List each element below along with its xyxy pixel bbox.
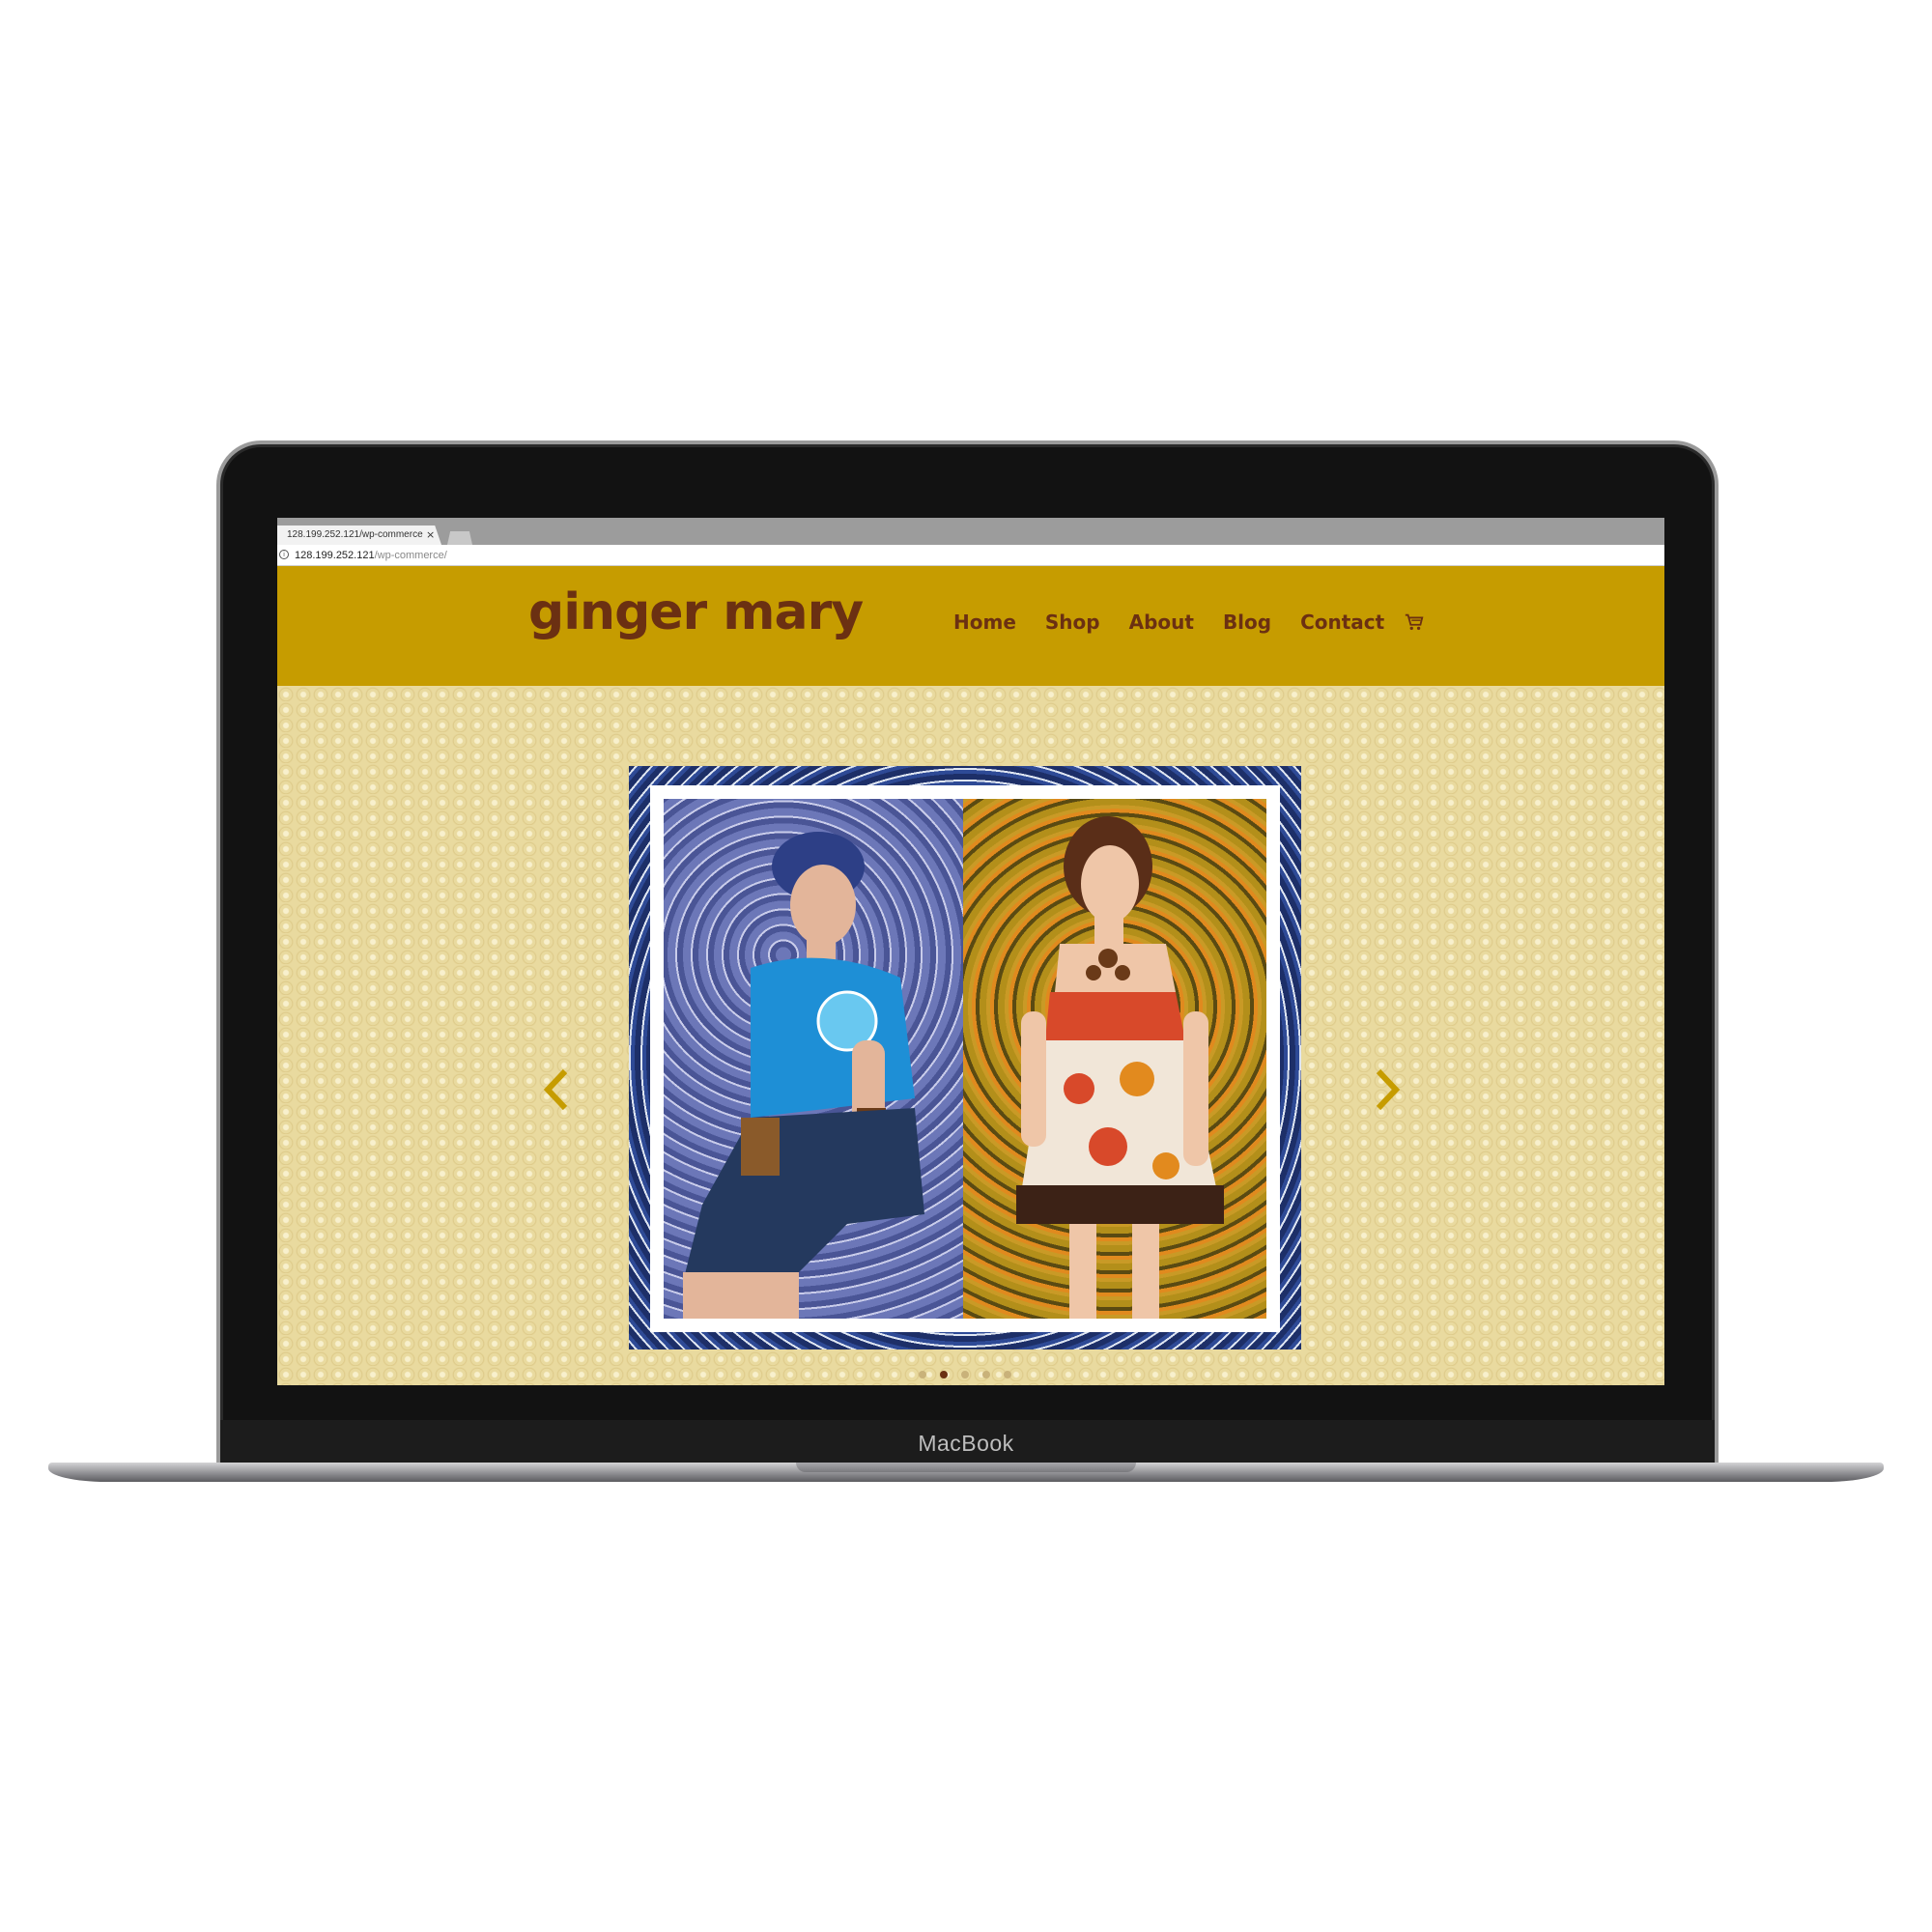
laptop-base-notch: [796, 1463, 1136, 1472]
nav-home[interactable]: Home: [953, 611, 1016, 634]
site-logo[interactable]: ginger mary: [528, 583, 864, 641]
slider-dot-1[interactable]: [919, 1371, 926, 1378]
slider-dot-5[interactable]: [1004, 1371, 1011, 1378]
site-header: ginger mary Home Shop About Blog Contact: [277, 566, 1664, 686]
main-nav: Home Shop About Blog Contact: [953, 611, 1425, 634]
slider-dot-4[interactable]: [982, 1371, 990, 1378]
slider-prev-arrow-icon[interactable]: [540, 1065, 573, 1114]
nav-about[interactable]: About: [1129, 611, 1194, 634]
model-figure-left: [683, 832, 924, 1319]
address-bar[interactable]: i 128.199.252.121/wp-commerce/: [277, 545, 1664, 566]
slider-dot-2[interactable]: [940, 1371, 948, 1378]
browser-tab-bar: 128.199.252.121/wp-commerce ×: [277, 518, 1664, 545]
url-host: 128.199.252.121: [295, 550, 375, 561]
nav-shop[interactable]: Shop: [1045, 611, 1100, 634]
model-photo-blue-tshirt: [664, 799, 963, 1319]
url-path: /wp-commerce/: [374, 550, 447, 561]
tab-close-icon[interactable]: ×: [426, 526, 435, 545]
shopping-cart-icon[interactable]: [1404, 611, 1425, 633]
browser-tab[interactable]: 128.199.252.121/wp-commerce: [277, 526, 441, 545]
model-figure-right: [1016, 816, 1224, 1319]
laptop-model-label: MacBook: [918, 1431, 1014, 1456]
slide-photo-frame: [650, 785, 1280, 1332]
nav-blog[interactable]: Blog: [1223, 611, 1271, 634]
slider-pagination: [919, 1371, 1011, 1378]
address-url[interactable]: 128.199.252.121/wp-commerce/: [295, 548, 447, 563]
browser-screen: 128.199.252.121/wp-commerce × i 128.199.…: [277, 518, 1664, 1385]
slider-dot-3[interactable]: [961, 1371, 969, 1378]
model-photo-print-dress: [963, 799, 1266, 1319]
hero-section: [277, 686, 1664, 1385]
slider-next-arrow-icon[interactable]: [1371, 1065, 1404, 1114]
nav-contact[interactable]: Contact: [1300, 611, 1384, 634]
info-icon[interactable]: i: [279, 550, 289, 559]
new-tab-button[interactable]: [447, 531, 472, 545]
slider-image: [629, 766, 1301, 1350]
